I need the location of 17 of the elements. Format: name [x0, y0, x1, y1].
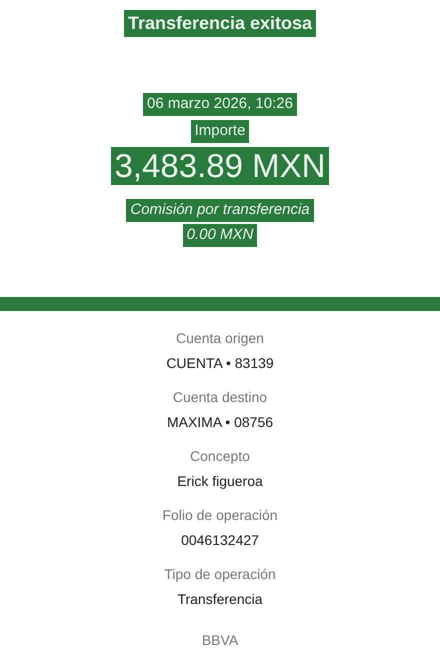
detail-label: Folio de operación — [161, 506, 279, 525]
fee-label: Comisión por transferencia — [126, 199, 314, 222]
amount-text: 3,483.89 MXN — [110, 147, 330, 185]
detail-value: Erick figueroa — [176, 472, 264, 491]
detail-label: Tipo de operación — [163, 565, 277, 584]
detail-label: Concepto — [189, 447, 251, 466]
detail-value: CUENTA • 83139 — [165, 354, 275, 373]
detail-label: Cuenta destino — [172, 388, 268, 407]
detail-label: Cuenta origen — [175, 329, 265, 348]
bank-name: BBVA — [200, 631, 240, 650]
detail-value: 0046132427 — [180, 531, 260, 550]
fee-amount: 0.00 MXN — [182, 224, 258, 246]
amount-label: Importe — [190, 120, 250, 142]
title-text: Transferencia exitosa — [124, 10, 316, 37]
date-text: 06 marzo 2026, 10:26 — [143, 93, 297, 116]
detail-value: Transferencia — [176, 590, 264, 609]
detail-value: MAXIMA • 08756 — [166, 413, 274, 432]
